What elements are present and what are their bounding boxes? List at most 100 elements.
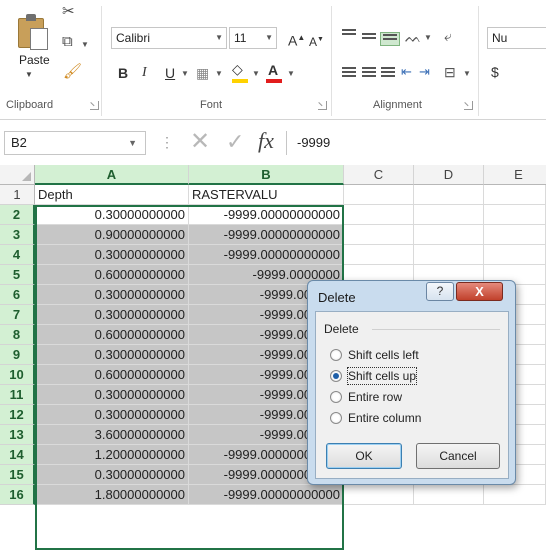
row-header[interactable]: 1 <box>0 185 35 205</box>
align-right-icon[interactable] <box>381 67 395 79</box>
formula-bar-handle-icon[interactable]: ⋮ <box>160 135 174 149</box>
copy-dropdown-icon[interactable]: ▼ <box>81 40 89 49</box>
bold-button[interactable]: B <box>118 64 128 82</box>
clipboard-launcher-icon[interactable] <box>90 101 99 110</box>
number-format-combo[interactable]: Nu <box>487 27 546 49</box>
formula-input[interactable]: -9999 <box>286 131 546 155</box>
row-header[interactable]: 5 <box>0 265 35 285</box>
row-header[interactable]: 7 <box>0 305 35 325</box>
increase-indent-icon[interactable]: ⇥ <box>419 63 430 81</box>
cell-b[interactable]: -9999.00000000000 <box>189 485 344 505</box>
cell-b[interactable]: -9999.00000000000 <box>189 205 344 225</box>
decrease-indent-icon[interactable]: ⇤ <box>401 63 412 81</box>
cell-a[interactable]: 0.90000000000 <box>35 225 189 245</box>
middle-align-icon[interactable] <box>362 33 376 45</box>
row-header[interactable]: 3 <box>0 225 35 245</box>
cell-a[interactable]: 0.30000000000 <box>35 245 189 265</box>
radio-button-selected[interactable] <box>330 370 342 382</box>
borders-dropdown-icon[interactable]: ▼ <box>215 69 223 78</box>
underline-dropdown-icon[interactable]: ▼ <box>181 69 189 78</box>
cell-d[interactable] <box>414 245 484 265</box>
bottom-align-icon[interactable] <box>380 32 400 46</box>
merge-dropdown-icon[interactable]: ▼ <box>463 69 471 78</box>
grow-font-button[interactable]: A▲ <box>288 29 305 50</box>
radio-button[interactable] <box>330 349 342 361</box>
copy-icon[interactable]: ⧉ <box>62 34 73 50</box>
paste-button[interactable]: Paste <box>19 53 50 67</box>
paste-dropdown-icon[interactable]: ▼ <box>25 70 33 79</box>
cell-e[interactable] <box>484 205 546 225</box>
cell-b[interactable]: -9999.00000000000 <box>189 245 344 265</box>
font-color-icon[interactable]: A <box>268 61 278 79</box>
cell-a[interactable]: 1.20000000000 <box>35 445 189 465</box>
row-header[interactable]: 14 <box>0 445 35 465</box>
cell-c[interactable] <box>344 205 414 225</box>
orientation-icon[interactable]: ᨓ <box>405 28 422 46</box>
column-header-e[interactable]: E <box>484 165 546 185</box>
cell-a[interactable]: 0.60000000000 <box>35 325 189 345</box>
cell-a[interactable]: 0.30000000000 <box>35 405 189 425</box>
name-box[interactable]: B2 ▼ <box>4 131 146 155</box>
underline-button[interactable]: U <box>165 64 175 82</box>
cut-icon[interactable]: ✂ <box>62 4 75 20</box>
cancel-entry-icon[interactable]: ✕ <box>190 130 210 154</box>
cell-a[interactable]: 0.30000000000 <box>35 385 189 405</box>
borders-icon[interactable]: ▦ <box>196 64 209 82</box>
align-left-icon[interactable] <box>342 67 356 79</box>
cell-a[interactable]: Depth <box>35 185 189 205</box>
column-header-b[interactable]: B <box>189 165 344 185</box>
column-header-d[interactable]: D <box>414 165 484 185</box>
cell-c[interactable] <box>344 225 414 245</box>
row-header[interactable]: 6 <box>0 285 35 305</box>
cell-e[interactable] <box>484 225 546 245</box>
radio-button[interactable] <box>330 391 342 403</box>
cell-c[interactable] <box>344 485 414 505</box>
radio-button[interactable] <box>330 412 342 424</box>
row-header[interactable]: 12 <box>0 405 35 425</box>
cell-d[interactable] <box>414 205 484 225</box>
cell-a[interactable]: 0.30000000000 <box>35 465 189 485</box>
shift-cells-left-option[interactable]: Shift cells left <box>330 346 419 364</box>
row-header[interactable]: 2 <box>0 205 35 225</box>
align-center-icon[interactable] <box>362 67 376 79</box>
ok-button[interactable]: OK <box>326 443 402 469</box>
row-header[interactable]: 8 <box>0 325 35 345</box>
cell-a[interactable]: 0.30000000000 <box>35 205 189 225</box>
italic-button[interactable]: I <box>142 64 147 82</box>
font-size-combo[interactable]: 11 ▼ <box>229 27 277 49</box>
merge-center-icon[interactable]: ⊟ <box>444 63 456 81</box>
insert-function-icon[interactable]: fx <box>258 128 274 154</box>
cell-b[interactable]: RASTERVALU <box>189 185 344 205</box>
orientation-dropdown-icon[interactable]: ▼ <box>424 33 432 42</box>
column-header-a[interactable]: A <box>35 165 189 185</box>
font-launcher-icon[interactable] <box>318 101 327 110</box>
cell-b[interactable]: -9999.00000000000 <box>189 225 344 245</box>
font-name-combo[interactable]: Calibri ▼ <box>111 27 227 49</box>
cell-a[interactable]: 0.30000000000 <box>35 305 189 325</box>
select-all-corner[interactable] <box>0 165 35 185</box>
row-header[interactable]: 16 <box>0 485 35 505</box>
row-header[interactable]: 13 <box>0 425 35 445</box>
format-painter-icon[interactable]: 🖌 <box>63 64 82 80</box>
cell-e[interactable] <box>484 485 546 505</box>
shift-cells-up-option[interactable]: Shift cells up <box>330 367 418 385</box>
row-header[interactable]: 9 <box>0 345 35 365</box>
cell-c[interactable] <box>344 185 414 205</box>
entire-row-option[interactable]: Entire row <box>330 388 402 406</box>
cell-d[interactable] <box>414 225 484 245</box>
alignment-launcher-icon[interactable] <box>464 101 473 110</box>
currency-icon[interactable]: $ <box>491 63 499 81</box>
row-header[interactable]: 11 <box>0 385 35 405</box>
column-header-c[interactable]: C <box>344 165 414 185</box>
cell-a[interactable]: 3.60000000000 <box>35 425 189 445</box>
cell-d[interactable] <box>414 185 484 205</box>
cell-a[interactable]: 0.60000000000 <box>35 265 189 285</box>
row-header[interactable]: 4 <box>0 245 35 265</box>
shrink-font-button[interactable]: A▼ <box>309 31 324 51</box>
top-align-icon[interactable] <box>342 29 356 41</box>
entire-column-option[interactable]: Entire column <box>330 409 421 427</box>
fill-color-icon[interactable]: ◇ <box>232 60 243 78</box>
cell-a[interactable]: 0.60000000000 <box>35 365 189 385</box>
close-button[interactable]: X <box>456 282 503 301</box>
cell-e[interactable] <box>484 185 546 205</box>
